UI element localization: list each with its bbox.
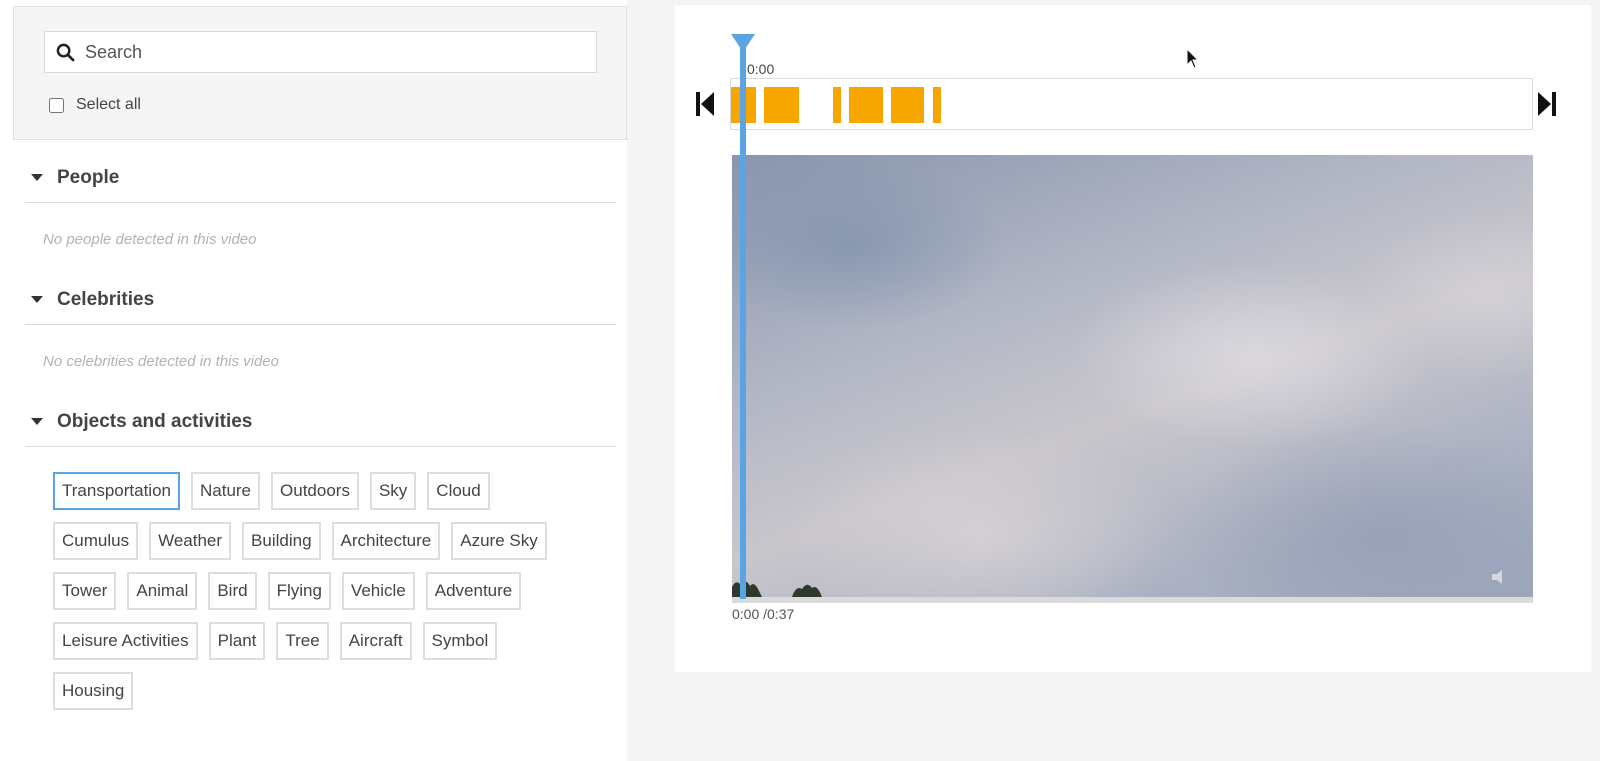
select-all-label: Select all xyxy=(76,96,141,113)
tag-animal[interactable]: Animal xyxy=(127,572,198,610)
tag-row: Transportation Nature Outdoors Sky Cloud xyxy=(53,472,593,510)
video-time-display: 0:00 /0:37 xyxy=(732,606,795,622)
tag-cloud[interactable]: Cloud xyxy=(427,472,490,510)
tree-silhouette xyxy=(732,581,822,597)
people-section-header[interactable]: People xyxy=(25,153,616,203)
people-section-title: People xyxy=(57,166,120,188)
tag-bird[interactable]: Bird xyxy=(208,572,257,610)
video-progress-bar[interactable] xyxy=(732,597,1533,603)
playhead-line[interactable] xyxy=(740,46,746,599)
tag-row: Leisure Activities Plant Tree Aircraft Symbo… xyxy=(53,622,593,660)
playhead-marker-icon[interactable] xyxy=(730,33,756,53)
timeline-segment[interactable] xyxy=(833,87,841,123)
caret-down-icon xyxy=(31,174,43,181)
tag-outdoors[interactable]: Outdoors xyxy=(271,472,359,510)
label-timeline[interactable] xyxy=(730,78,1533,130)
people-section: People No people detected in this video xyxy=(25,153,616,248)
tag-architecture[interactable]: Architecture xyxy=(331,522,441,560)
caret-down-icon xyxy=(31,418,43,425)
search-field[interactable] xyxy=(44,31,597,73)
search-area: Select all xyxy=(13,6,627,140)
tag-row: Cumulus Weather Building Architecture Azure … xyxy=(53,522,593,560)
timeline-segment[interactable] xyxy=(891,87,924,123)
tag-nature[interactable]: Nature xyxy=(190,472,261,510)
objects-section-title: Objects and activities xyxy=(57,410,253,432)
people-empty-message: No people detected in this video xyxy=(43,231,257,248)
tag-housing[interactable]: Housing xyxy=(53,672,134,710)
timeline-time-label: 0:00 xyxy=(747,61,775,77)
timeline-segment[interactable] xyxy=(849,87,883,123)
mute-icon[interactable] xyxy=(1489,567,1509,587)
video-player[interactable] xyxy=(732,155,1533,603)
tag-row: Tower Animal Bird Flying Vehicle Adventure xyxy=(53,572,593,610)
celebrities-section-title: Celebrities xyxy=(57,288,155,310)
select-all-checkbox[interactable] xyxy=(49,97,64,113)
tag-aircraft[interactable]: Aircraft xyxy=(339,622,412,660)
tag-plant[interactable]: Plant xyxy=(208,622,266,660)
celebrities-empty-message: No celebrities detected in this video xyxy=(43,353,279,370)
video-panel: 0:00 0:00 /0:37 xyxy=(675,5,1591,672)
tag-flying[interactable]: Flying xyxy=(267,572,331,610)
tag-sky[interactable]: Sky xyxy=(369,472,417,510)
search-input[interactable] xyxy=(85,32,585,72)
celebrities-section-header[interactable]: Celebrities xyxy=(25,275,616,325)
tag-transportation[interactable]: Transportation xyxy=(53,472,180,510)
tag-building[interactable]: Building xyxy=(242,522,321,560)
tag-symbol[interactable]: Symbol xyxy=(422,622,498,660)
skip-back-icon[interactable] xyxy=(695,91,715,117)
objects-section: Objects and activities xyxy=(25,397,616,447)
tag-tree[interactable]: Tree xyxy=(276,622,329,660)
tag-row: Housing xyxy=(53,672,593,710)
tag-leisure-activities[interactable]: Leisure Activities xyxy=(53,622,198,660)
tag-cumulus[interactable]: Cumulus xyxy=(53,522,139,560)
caret-down-icon xyxy=(31,296,43,303)
tag-adventure[interactable]: Adventure xyxy=(425,572,522,610)
mouse-cursor-icon xyxy=(1186,48,1200,69)
timeline-segment[interactable] xyxy=(764,87,799,123)
search-icon xyxy=(56,43,75,62)
celebrities-section: Celebrities No celebrities detected in t… xyxy=(25,275,616,370)
label-filter-panel: Select all People No people detected in … xyxy=(0,0,627,761)
tag-azure-sky[interactable]: Azure Sky xyxy=(451,522,547,560)
object-tag-list: Transportation Nature Outdoors Sky Cloud Cumu… xyxy=(53,472,593,722)
tag-tower[interactable]: Tower xyxy=(53,572,117,610)
objects-section-header[interactable]: Objects and activities xyxy=(25,397,616,447)
timeline-segment[interactable] xyxy=(933,87,941,123)
select-all-row[interactable]: Select all xyxy=(49,95,141,115)
skip-forward-icon[interactable] xyxy=(1537,91,1557,117)
tag-weather[interactable]: Weather xyxy=(149,522,232,560)
tag-vehicle[interactable]: Vehicle xyxy=(341,572,415,610)
